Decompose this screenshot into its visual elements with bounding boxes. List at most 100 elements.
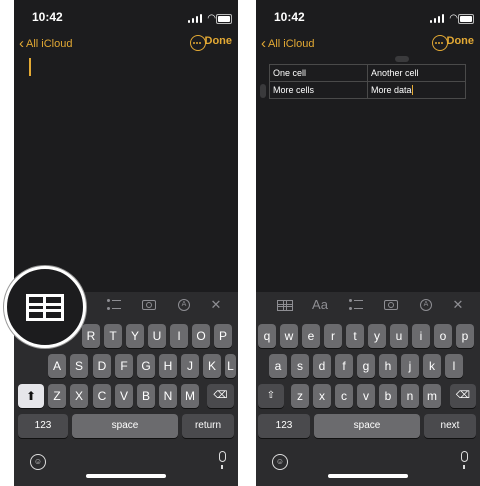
key-t[interactable]: T <box>104 324 122 348</box>
table-cell[interactable]: One cell <box>269 64 368 82</box>
close-icon[interactable]: ✕ <box>447 296 469 314</box>
table-cell[interactable]: More cells <box>269 81 368 99</box>
cell-text: More data <box>371 84 412 95</box>
key-h[interactable]: h <box>379 354 397 378</box>
space-key[interactable]: space <box>314 414 420 438</box>
key-b[interactable]: b <box>379 384 397 408</box>
next-key[interactable]: next <box>424 414 476 438</box>
back-button[interactable]: ‹ All iCloud <box>19 34 73 52</box>
numbers-key[interactable]: 123 <box>258 414 310 438</box>
shift-key[interactable]: ⬆ <box>18 384 44 408</box>
key-j[interactable]: J <box>181 354 199 378</box>
back-label: All iCloud <box>268 38 315 50</box>
chevron-left-icon: ‹ <box>19 35 24 52</box>
shift-key[interactable]: ⇧ <box>258 384 284 408</box>
key-v[interactable]: V <box>115 384 133 408</box>
column-handle[interactable] <box>395 56 409 62</box>
battery-icon <box>458 14 474 24</box>
emoji-icon[interactable]: ☺ <box>272 454 288 470</box>
wifi-icon: ◠ <box>449 13 458 24</box>
home-indicator <box>86 474 166 478</box>
phone-screen-with-table: 10:42 ◠ ‹ All iCloud Done One cell Anothe… <box>256 0 480 486</box>
numbers-key[interactable]: 123 <box>18 414 68 438</box>
table-cell[interactable]: More data <box>367 81 466 99</box>
key-y[interactable]: Y <box>126 324 144 348</box>
key-x[interactable]: X <box>70 384 88 408</box>
key-z[interactable]: z <box>291 384 309 408</box>
key-a[interactable]: a <box>269 354 287 378</box>
camera-icon[interactable] <box>142 300 156 310</box>
table-row: One cell Another cell <box>269 64 466 82</box>
key-e[interactable]: e <box>302 324 320 348</box>
key-l[interactable]: L <box>225 354 236 378</box>
key-x[interactable]: x <box>313 384 331 408</box>
back-button[interactable]: ‹ All iCloud <box>261 34 315 52</box>
key-u[interactable]: u <box>390 324 408 348</box>
table-cell[interactable]: Another cell <box>367 64 466 82</box>
delete-key[interactable]: ⌫ <box>450 384 476 408</box>
microphone-icon[interactable] <box>461 451 468 469</box>
wifi-icon: ◠ <box>207 13 216 24</box>
key-i[interactable]: I <box>170 324 188 348</box>
key-k[interactable]: K <box>203 354 221 378</box>
keyboard: q w e r t y u i o p a s d f g h j k l ⇧ … <box>256 318 480 486</box>
table-icon[interactable] <box>277 300 293 311</box>
done-button[interactable]: Done <box>447 35 475 47</box>
checklist-icon[interactable] <box>349 299 363 311</box>
nav-bar: ‹ All iCloud Done <box>14 32 238 54</box>
key-n[interactable]: N <box>159 384 177 408</box>
key-b[interactable]: B <box>137 384 155 408</box>
key-g[interactable]: G <box>137 354 155 378</box>
key-l[interactable]: l <box>445 354 463 378</box>
key-z[interactable]: Z <box>48 384 66 408</box>
done-button[interactable]: Done <box>205 35 233 47</box>
close-icon[interactable]: ✕ <box>205 296 227 314</box>
key-r[interactable]: r <box>324 324 342 348</box>
markup-icon[interactable]: A <box>178 299 190 311</box>
markup-icon[interactable]: A <box>420 299 432 311</box>
key-o[interactable]: o <box>434 324 452 348</box>
key-i[interactable]: i <box>412 324 430 348</box>
key-d[interactable]: d <box>313 354 331 378</box>
table-button-callout[interactable] <box>4 266 86 348</box>
return-key[interactable]: return <box>182 414 234 438</box>
key-q[interactable]: q <box>258 324 276 348</box>
key-k[interactable]: k <box>423 354 441 378</box>
key-s[interactable]: S <box>70 354 88 378</box>
camera-icon[interactable] <box>384 300 398 310</box>
row-handle[interactable] <box>260 84 266 98</box>
nav-bar: ‹ All iCloud Done <box>256 32 480 54</box>
space-key[interactable]: space <box>72 414 178 438</box>
key-w[interactable]: w <box>280 324 298 348</box>
emoji-icon[interactable]: ☺ <box>30 454 46 470</box>
key-a[interactable]: A <box>48 354 66 378</box>
checklist-icon[interactable] <box>107 299 121 311</box>
key-v[interactable]: v <box>357 384 375 408</box>
key-c[interactable]: c <box>335 384 353 408</box>
key-f[interactable]: f <box>335 354 353 378</box>
key-h[interactable]: H <box>159 354 177 378</box>
delete-key[interactable]: ⌫ <box>207 384 234 408</box>
key-n[interactable]: n <box>401 384 419 408</box>
status-bar: 10:42 ◠ <box>14 6 238 28</box>
key-o[interactable]: O <box>192 324 210 348</box>
table-row: More cells More data <box>269 81 466 99</box>
key-p[interactable]: p <box>456 324 474 348</box>
key-m[interactable]: M <box>181 384 199 408</box>
key-j[interactable]: j <box>401 354 419 378</box>
microphone-icon[interactable] <box>219 451 226 469</box>
key-r[interactable]: R <box>82 324 100 348</box>
back-label: All iCloud <box>26 38 73 50</box>
key-c[interactable]: C <box>93 384 111 408</box>
key-f[interactable]: F <box>115 354 133 378</box>
key-p[interactable]: P <box>214 324 232 348</box>
key-u[interactable]: U <box>148 324 166 348</box>
key-g[interactable]: g <box>357 354 375 378</box>
format-icon[interactable]: Aa <box>309 296 331 314</box>
key-t[interactable]: t <box>346 324 364 348</box>
status-time: 10:42 <box>274 10 305 24</box>
key-d[interactable]: D <box>93 354 111 378</box>
key-m[interactable]: m <box>423 384 441 408</box>
key-s[interactable]: s <box>291 354 309 378</box>
key-y[interactable]: y <box>368 324 386 348</box>
